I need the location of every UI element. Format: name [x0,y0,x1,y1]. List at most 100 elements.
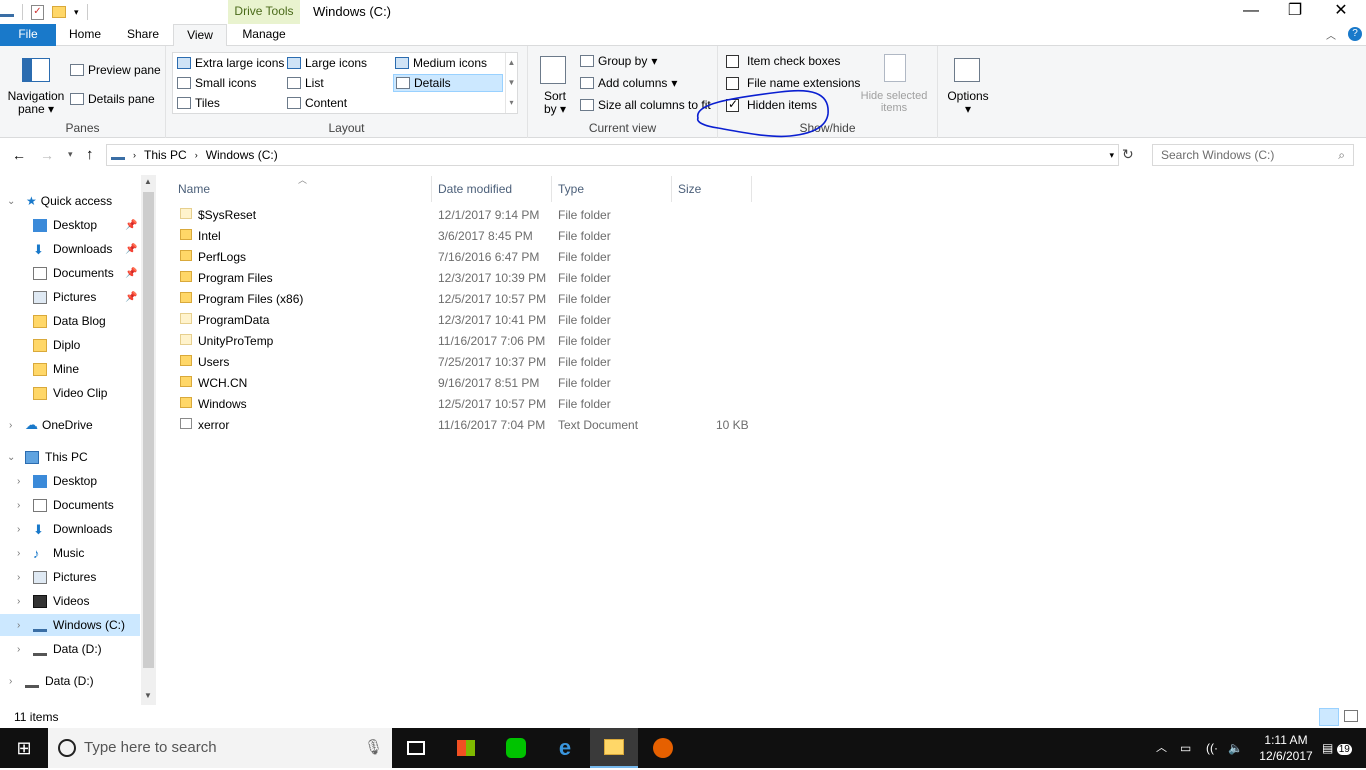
up-button[interactable]: ↑ [86,146,94,163]
nav-onedrive[interactable]: › ☁ OneDrive [0,414,140,436]
scroll-down-icon[interactable]: ▼ [144,691,152,700]
volume-icon[interactable]: 🔈 [1228,728,1243,768]
nav-scrollbar-thumb[interactable] [143,192,154,668]
expand-chevron-icon[interactable]: › [17,524,20,535]
table-row[interactable]: UnityProTemp 11/16/2017 7:06 PM File folde… [176,331,876,352]
customize-qat-icon[interactable]: ▾ [74,7,79,18]
nav-this-pc[interactable]: ⌄ This PC [0,446,140,468]
table-row[interactable]: $SysReset 12/1/2017 9:14 PM File folder [176,205,876,226]
table-row[interactable]: Windows 12/5/2017 10:57 PM File folder [176,394,876,415]
item-check-boxes-checkbox[interactable] [726,54,739,68]
nav-qa-downloads[interactable]: ⬇ Downloads 📌 [0,238,140,260]
expand-chevron-icon[interactable]: › [17,572,20,583]
nav-pc-downloads[interactable]: › ⬇ Downloads [0,518,140,540]
add-columns-button[interactable]: Add columns ▾ [580,76,677,90]
firefox-button[interactable] [639,728,687,768]
nav-qa-video-clip[interactable]: Video Clip [0,382,140,404]
taskbar-search[interactable]: Type here to search 🎙 [48,728,392,768]
layout-scroll[interactable]: ▲ ▼ ▾ [505,53,517,113]
layout-small-icons[interactable]: Small icons [177,76,256,90]
nav-qa-diplo[interactable]: Diplo [0,334,140,356]
nav-data-d[interactable]: › Data (D:) [0,670,140,692]
properties-icon[interactable]: ✓ [31,4,44,20]
tab-manage[interactable]: Manage [230,24,298,46]
pin-icon[interactable]: 📌 [125,244,137,255]
table-row[interactable]: Program Files 12/3/2017 10:39 PM File fold… [176,268,876,289]
table-row[interactable]: Program Files (x86) 12/5/2017 10:57 PM Fil… [176,289,876,310]
nav-pc-windows-c[interactable]: › Windows (C:) [0,614,140,636]
file-explorer-button[interactable] [590,728,638,768]
clock[interactable]: 1:11 AM 12/6/2017 [1256,732,1316,766]
table-row[interactable]: WCH.CN 9/16/2017 8:51 PM File folder [176,373,876,394]
navigation-pane-button[interactable]: Navigation pane ▾ [6,90,66,116]
new-folder-icon[interactable] [52,6,66,18]
tab-share[interactable]: Share [116,24,170,46]
address-dropdown-icon[interactable]: ▾ [1109,150,1114,161]
minimize-button[interactable]: — [1228,0,1274,24]
table-row[interactable]: ProgramData 12/3/2017 10:41 PM File folder [176,310,876,331]
nav-qa-mine[interactable]: Mine [0,358,140,380]
expand-chevron-icon[interactable]: › [17,596,20,607]
nav-pc-pictures[interactable]: › Pictures [0,566,140,588]
action-center-button[interactable]: ▤ 19 [1322,728,1352,768]
nav-pc-music[interactable]: › ♪ Music [0,542,140,564]
hide-selected-items-button[interactable]: Hide selected items [854,90,934,114]
sort-by-button[interactable]: Sort by ▾ [538,90,572,116]
table-row[interactable]: xerror 11/16/2017 7:04 PM Text Document 10 … [176,415,876,436]
expand-chevron-icon[interactable]: ⌄ [7,196,15,207]
breadcrumb-this-pc[interactable]: This PC [144,148,187,162]
pin-icon[interactable]: 📌 [125,292,137,303]
microphone-icon[interactable]: 🎙 [364,728,383,768]
expand-chevron-icon[interactable]: › [17,500,20,511]
expand-chevron-icon[interactable]: › [17,644,20,655]
task-view-button[interactable] [392,728,440,768]
details-pane-button[interactable]: Details pane [70,92,155,106]
layout-large-icons[interactable]: Large icons [287,56,367,70]
expand-chevron-icon[interactable]: › [17,548,20,559]
column-header-size[interactable]: Size [672,176,752,202]
power-icon[interactable]: ▭ [1180,728,1191,768]
expand-chevron-icon[interactable]: › [17,620,20,631]
column-header-name[interactable]: Name [172,176,432,202]
close-button[interactable]: ✕ [1318,0,1364,24]
expand-chevron-icon[interactable]: › [9,676,12,687]
pin-icon[interactable]: 📌 [125,220,137,231]
search-box[interactable]: Search Windows (C:) ⌕ [1152,144,1354,166]
forward-button[interactable]: → [40,147,54,163]
tab-view[interactable]: View [173,24,227,47]
edge-button[interactable]: e [541,728,589,768]
layout-extra-large-icons[interactable]: Extra large icons [177,56,284,70]
group-by-button[interactable]: Group by ▾ [580,54,657,68]
nav-pc-documents[interactable]: › Documents [0,494,140,516]
back-button[interactable]: ← [12,147,26,163]
show-hidden-icons-button[interactable]: ︿ [1156,728,1167,768]
layout-content[interactable]: Content [287,96,347,110]
recent-locations-icon[interactable]: ▾ [68,149,73,160]
item-check-boxes-toggle[interactable]: Item check boxes [726,54,840,68]
column-header-date[interactable]: Date modified [432,176,552,202]
nav-pc-desktop[interactable]: › Desktop [0,470,140,492]
pin-icon[interactable]: 📌 [125,268,137,279]
table-row[interactable]: PerfLogs 7/16/2016 6:47 PM File folder [176,247,876,268]
table-row[interactable]: Intel 3/6/2017 8:45 PM File folder [176,226,876,247]
breadcrumb-windows-c[interactable]: Windows (C:) [206,148,278,162]
nav-quick-access[interactable]: ⌄ ★ Quick access [0,190,140,212]
address-bar[interactable]: › This PC › Windows (C:) ▾ [106,144,1119,166]
line-app-button[interactable] [492,728,540,768]
details-view-icon[interactable] [1319,708,1339,726]
nav-pc-data-d[interactable]: › Data (D:) [0,638,140,660]
scroll-up-icon[interactable]: ▲ [144,177,152,186]
layout-details[interactable]: Details [393,74,503,92]
help-icon[interactable]: ? [1348,27,1362,41]
column-header-type[interactable]: Type [552,176,672,202]
tab-home[interactable]: Home [58,24,112,46]
store-button[interactable] [442,728,490,768]
tab-file[interactable]: File [0,24,56,46]
nav-qa-desktop[interactable]: Desktop 📌 [0,214,140,236]
preview-pane-button[interactable]: Preview pane [70,63,161,77]
options-button[interactable]: Options ▾ [940,90,996,116]
nav-scrollbar[interactable]: ▲ ▼ [141,175,156,705]
layout-medium-icons[interactable]: Medium icons [395,56,487,70]
restore-button[interactable]: ❐ [1272,0,1318,24]
collapse-ribbon-icon[interactable]: ︿ [1326,27,1336,42]
